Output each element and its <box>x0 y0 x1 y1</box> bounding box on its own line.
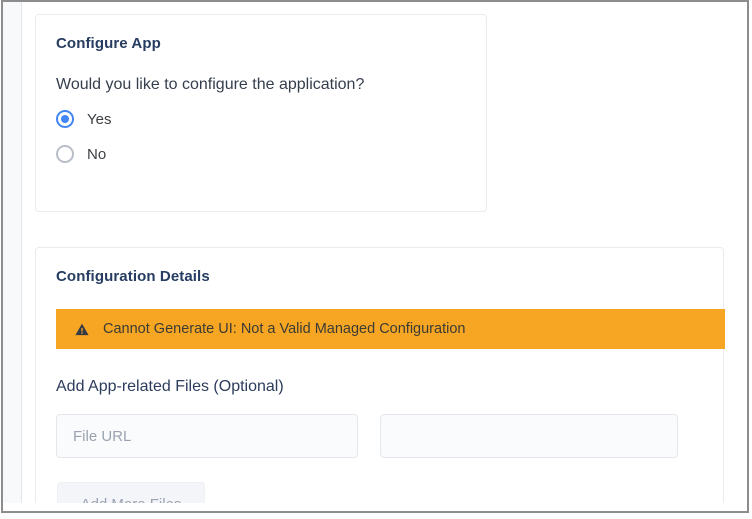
scroll-viewport: Configure App Would you like to configur… <box>3 2 747 503</box>
configure-question: Would you like to configure the applicat… <box>56 76 364 94</box>
radio-option-yes[interactable]: Yes <box>56 110 111 128</box>
left-rail-divider <box>3 2 22 503</box>
add-more-files-button[interactable]: Add More Files <box>57 482 205 503</box>
radio-option-no-label: No <box>87 146 106 163</box>
warning-triangle-icon <box>74 322 90 337</box>
file-inputs-row <box>56 414 678 458</box>
warning-banner: Cannot Generate UI: Not a Valid Managed … <box>56 309 725 349</box>
configuration-details-card: Configuration Details Cannot Generate UI… <box>35 247 724 503</box>
radio-option-yes-label: Yes <box>87 111 111 128</box>
file-name-input[interactable] <box>380 414 678 458</box>
configure-app-title: Configure App <box>56 35 161 52</box>
radio-option-no[interactable]: No <box>56 145 106 163</box>
radio-selected-icon[interactable] <box>56 110 74 128</box>
add-files-label: Add App-related Files (Optional) <box>56 378 284 396</box>
file-url-input[interactable] <box>56 414 358 458</box>
radio-unselected-icon[interactable] <box>56 145 74 163</box>
app-window: Configure App Would you like to configur… <box>0 0 752 519</box>
configure-app-card: Configure App Would you like to configur… <box>35 14 487 212</box>
configuration-details-title: Configuration Details <box>56 268 210 285</box>
warning-message: Cannot Generate UI: Not a Valid Managed … <box>103 321 465 337</box>
